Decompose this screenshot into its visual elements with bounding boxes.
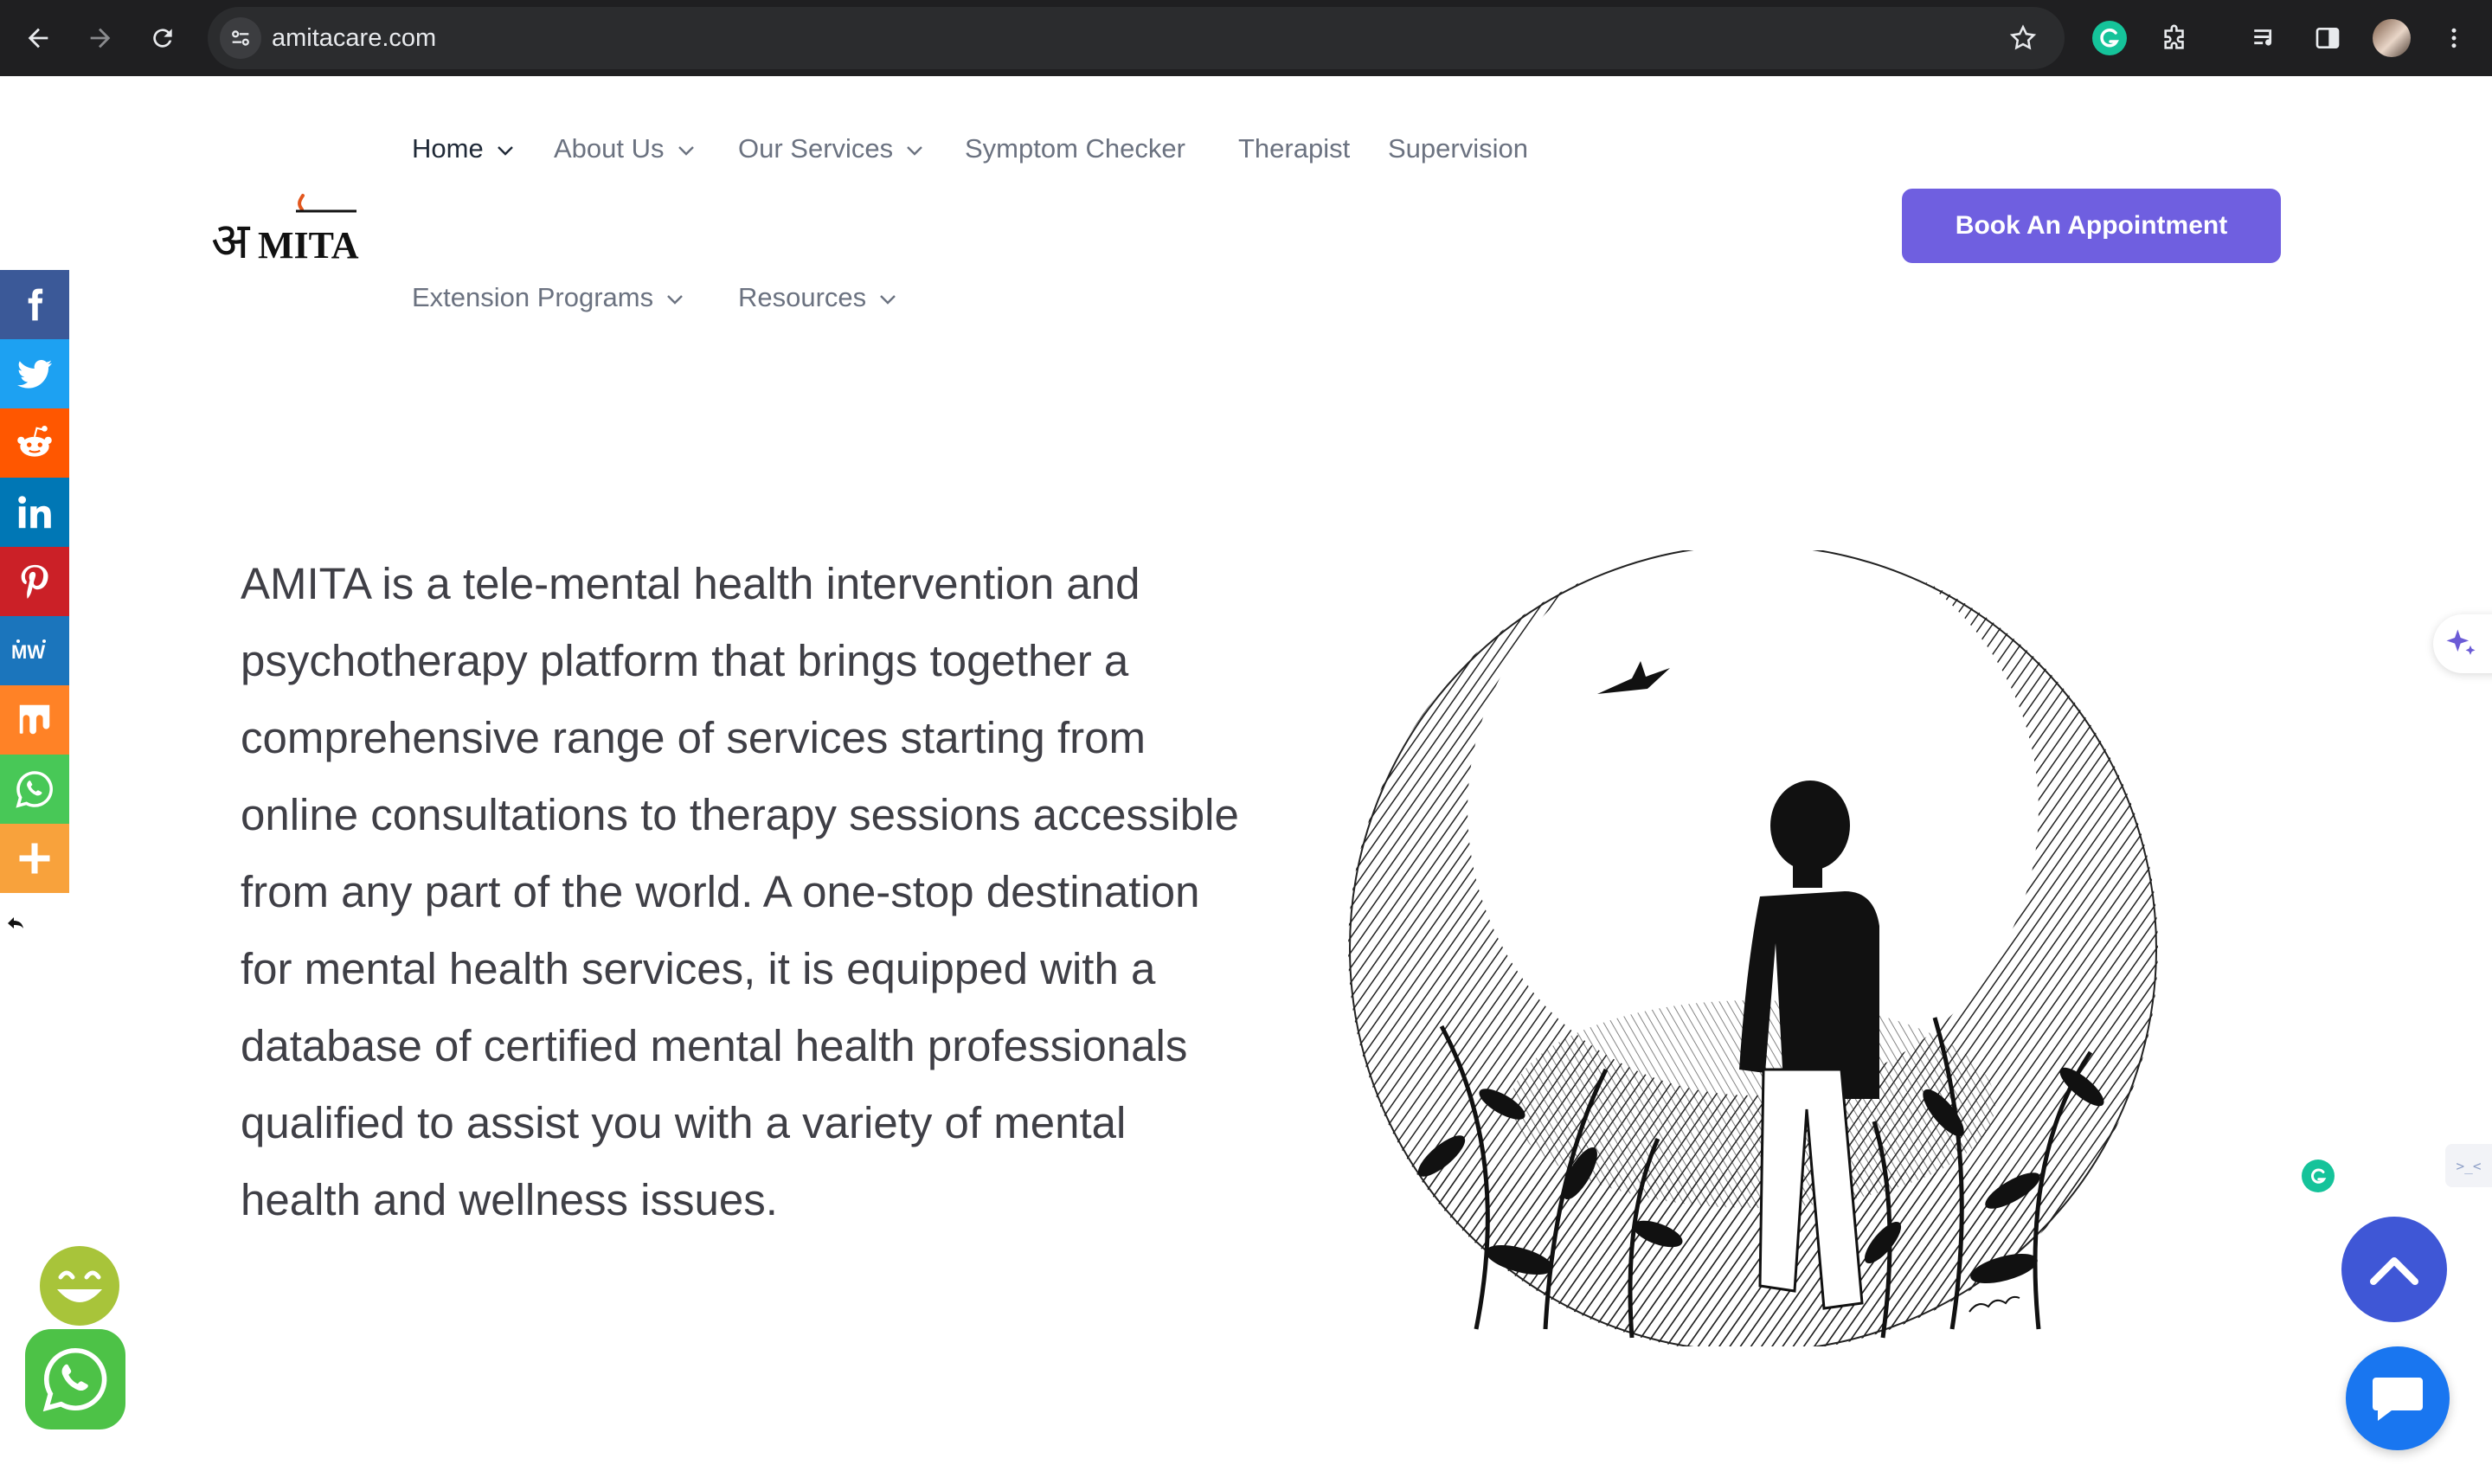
whatsapp-chat-button[interactable] <box>25 1329 125 1429</box>
address-bar[interactable]: amitacare.com <box>208 7 2065 69</box>
bookmark-star-icon[interactable] <box>2002 17 2044 59</box>
back-icon[interactable] <box>16 16 61 61</box>
reload-icon[interactable] <box>140 16 185 61</box>
scroll-to-top-button[interactable] <box>2341 1217 2447 1322</box>
nav-symptom-checker-label: Symptom Checker <box>965 133 1185 164</box>
smiley-emoji-icon[interactable] <box>38 1244 121 1327</box>
forward-icon[interactable] <box>78 16 123 61</box>
svg-text:अ: अ <box>211 211 251 265</box>
hide-share-bar-icon[interactable] <box>5 912 26 933</box>
twitter-share-button[interactable] <box>0 339 69 408</box>
whatsapp-icon <box>42 1347 107 1412</box>
nav-supervision[interactable]: Supervision <box>1388 133 1528 164</box>
grammarly-extension-icon[interactable] <box>2092 21 2127 55</box>
nav-resources-label: Resources <box>738 282 867 312</box>
ai-assistant-tab[interactable] <box>2433 614 2492 673</box>
nav-our-services-label: Our Services <box>738 133 894 164</box>
chevron-down-icon <box>880 295 896 305</box>
mix-share-button[interactable] <box>0 685 69 755</box>
extensions-puzzle-icon[interactable] <box>2153 16 2198 61</box>
whatsapp-icon <box>16 771 53 808</box>
facebook-icon <box>28 288 43 321</box>
nav-our-services[interactable]: Our Services <box>738 133 924 164</box>
plus-icon <box>19 843 50 874</box>
pinterest-share-button[interactable] <box>0 547 69 616</box>
nav-extension-programs-label: Extension Programs <box>412 282 654 312</box>
mix-icon <box>19 704 50 735</box>
whatsapp-share-button[interactable] <box>0 755 69 824</box>
linkedin-share-button[interactable] <box>0 478 69 547</box>
chat-bubble-icon <box>2373 1378 2423 1421</box>
nav-resources[interactable]: Resources <box>738 282 897 313</box>
hero-description: AMITA is a tele-mental health interventi… <box>241 559 1239 1224</box>
reddit-icon <box>17 426 52 457</box>
nav-therapist-label: Therapist <box>1238 133 1351 164</box>
side-widget-tab[interactable]: >_< <box>2445 1144 2492 1187</box>
svg-text:MITA: MITA <box>258 224 359 265</box>
browser-toolbar: amitacare.com <box>0 0 2492 76</box>
nav-about-us-label: About Us <box>554 133 665 164</box>
twitter-icon <box>17 359 52 389</box>
nav-extension-programs[interactable]: Extension Programs <box>412 282 684 313</box>
mewe-share-button[interactable]: MW <box>0 616 69 685</box>
nav-supervision-label: Supervision <box>1388 133 1528 164</box>
grammarly-badge-icon[interactable] <box>2302 1160 2335 1192</box>
chevron-down-icon <box>667 295 683 305</box>
linkedin-icon <box>18 496 51 529</box>
reddit-share-button[interactable] <box>0 408 69 478</box>
book-appointment-button[interactable]: Book An Appointment <box>1902 189 2281 263</box>
nav-home-label: Home <box>412 133 484 164</box>
chevron-down-icon <box>497 146 513 156</box>
pinterest-icon <box>21 564 48 599</box>
nav-therapist[interactable]: Therapist <box>1238 133 1350 164</box>
profile-avatar[interactable] <box>2373 19 2411 57</box>
chevron-down-icon <box>907 146 923 156</box>
media-controls-icon[interactable] <box>2243 16 2288 61</box>
side-panel-icon[interactable] <box>2305 16 2350 61</box>
more-menu-icon[interactable] <box>2431 16 2476 61</box>
site-settings-icon[interactable] <box>220 17 261 59</box>
nav-about-us[interactable]: About Us <box>554 133 696 164</box>
hero-illustration <box>1346 543 2160 1353</box>
mewe-icon: MW <box>11 639 46 663</box>
facebook-share-button[interactable] <box>0 270 69 339</box>
nav-symptom-checker[interactable]: Symptom Checker <box>965 133 1185 164</box>
more-share-button[interactable] <box>0 824 69 893</box>
chevron-down-icon <box>678 146 694 156</box>
url-text[interactable]: amitacare.com <box>272 7 436 69</box>
nav-home[interactable]: Home <box>412 133 515 164</box>
chevron-up-icon <box>2370 1257 2418 1285</box>
sparkle-icon <box>2446 629 2476 655</box>
live-chat-button[interactable] <box>2346 1346 2450 1450</box>
amita-logo[interactable]: अ MITA <box>209 187 365 270</box>
svg-text:MW: MW <box>11 641 45 663</box>
